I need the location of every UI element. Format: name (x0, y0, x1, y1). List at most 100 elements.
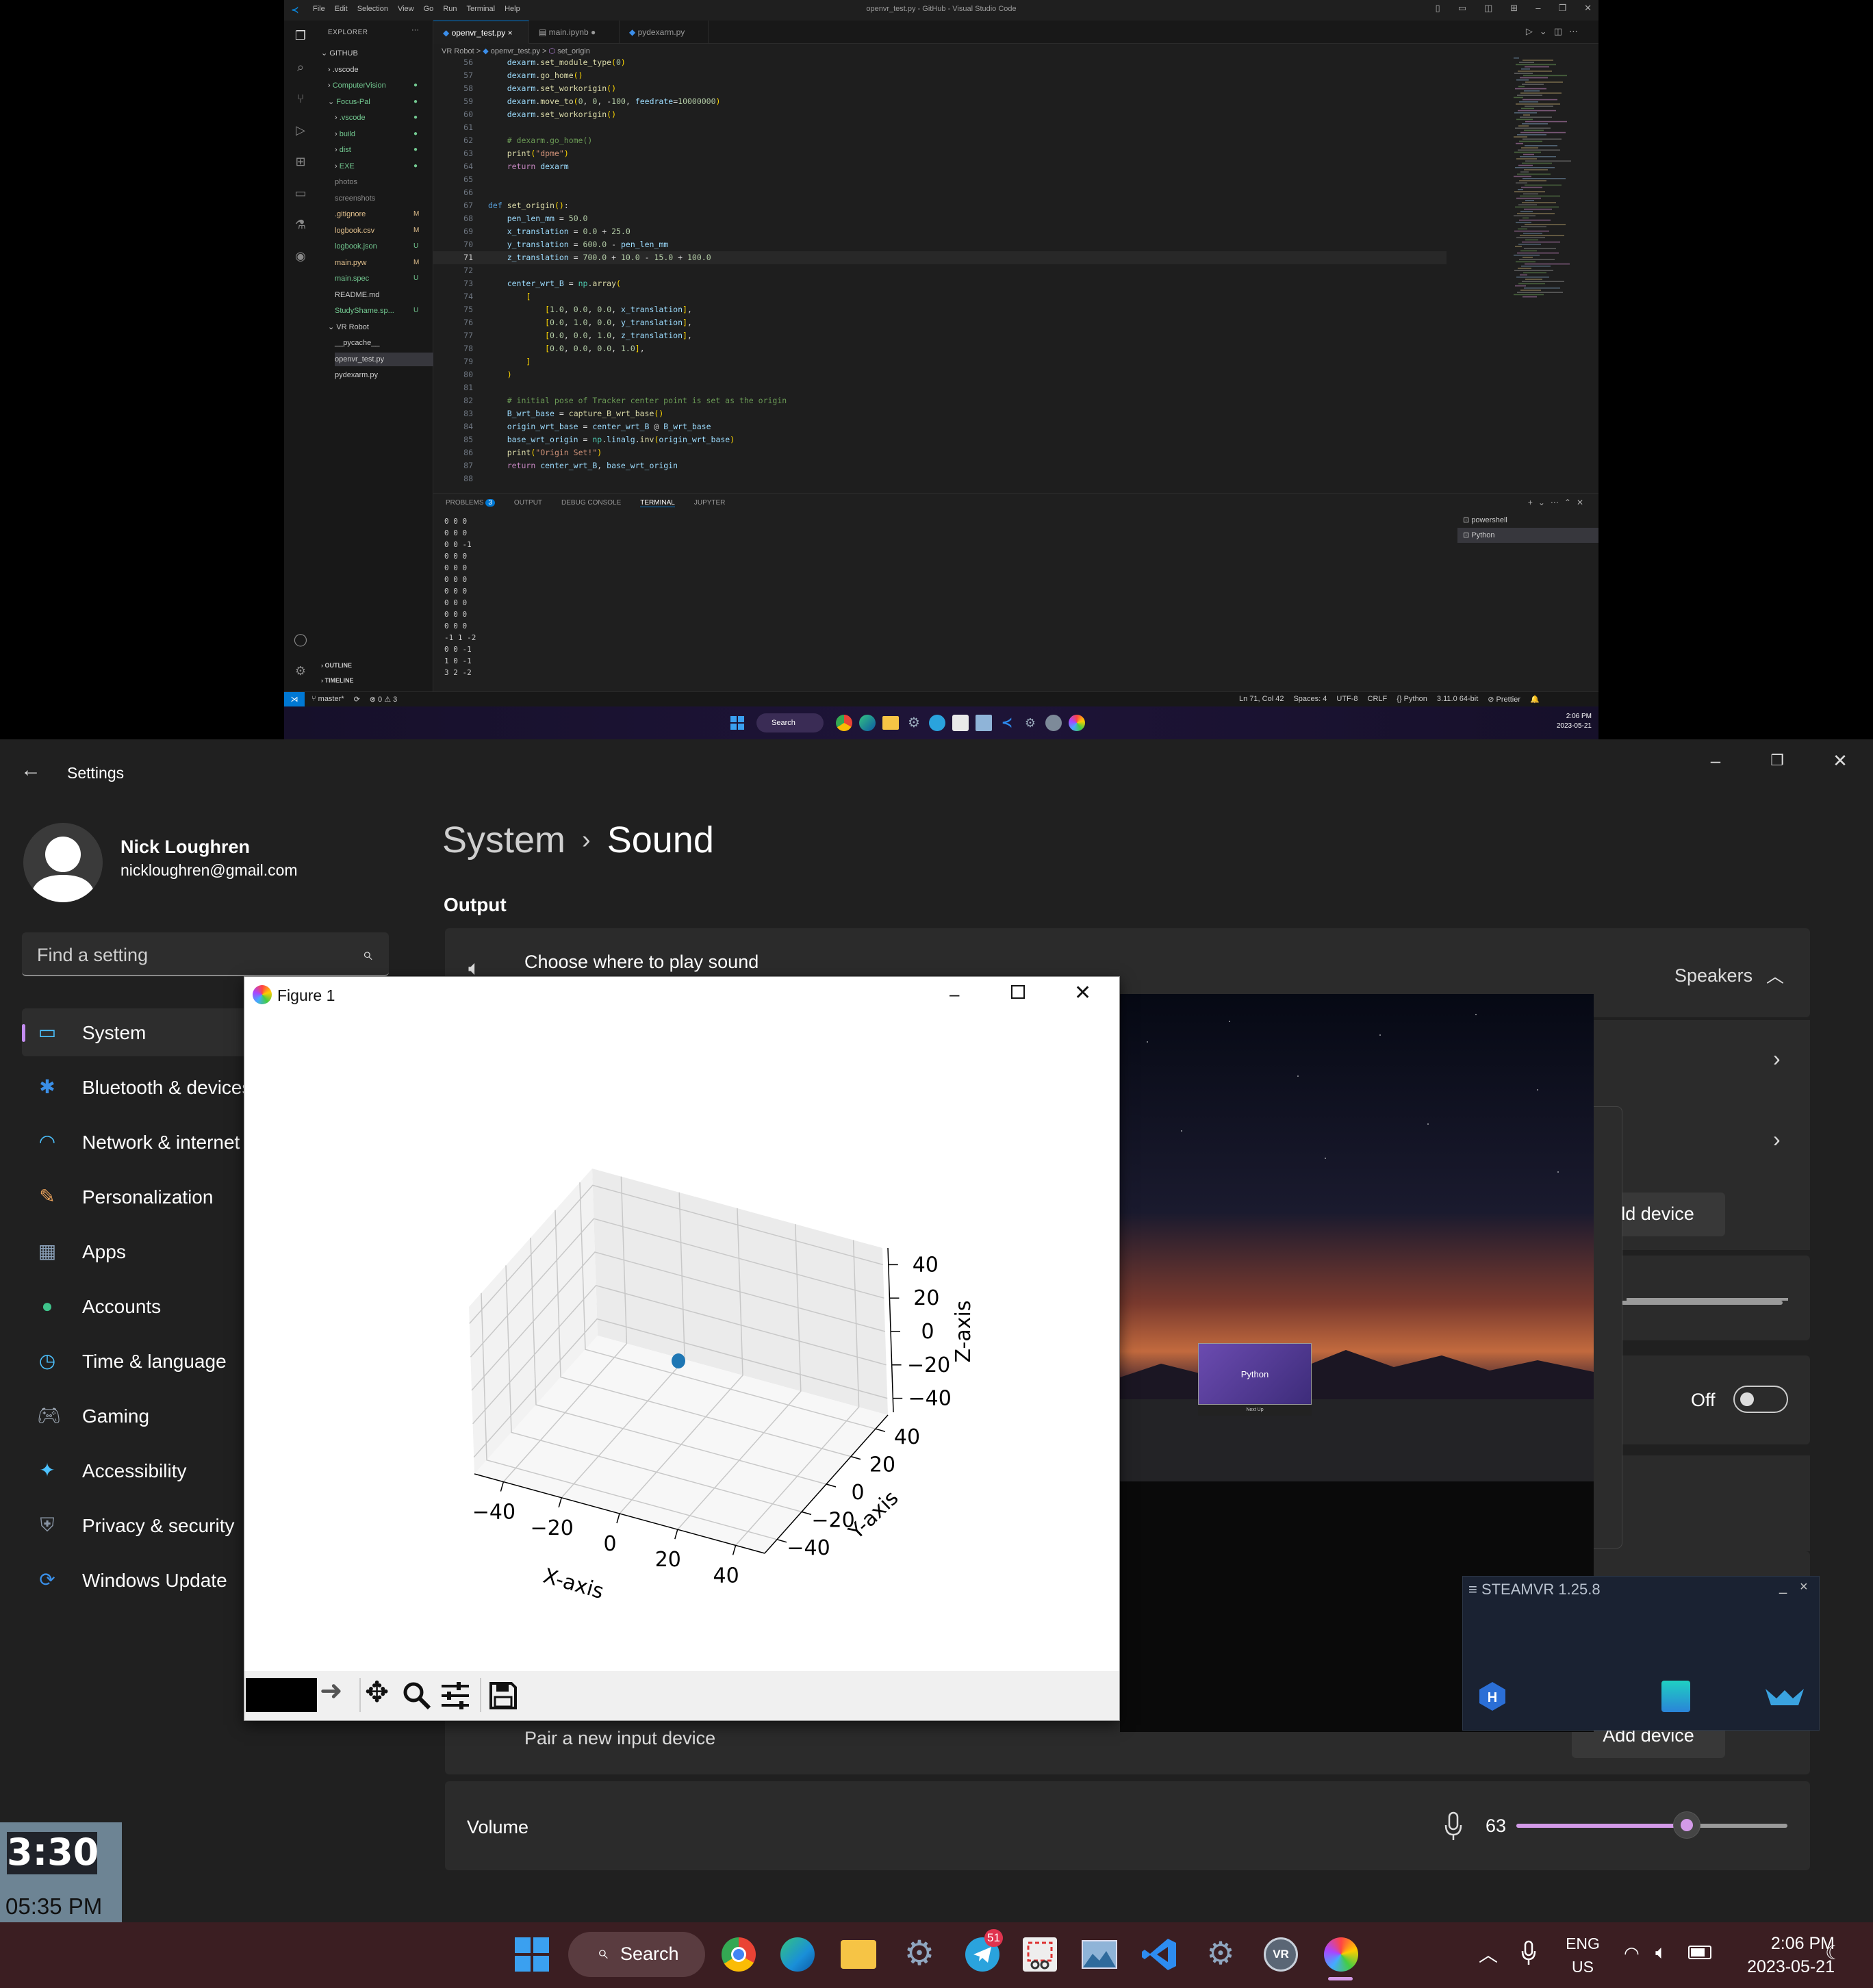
code-line[interactable]: 74 [ (433, 290, 1447, 303)
matplotlib-icon[interactable] (1069, 715, 1085, 731)
prettier-status[interactable]: ⊘ Prettier (1488, 695, 1520, 704)
code-line[interactable]: 57 dexarm.go_home() (433, 69, 1447, 82)
mono-audio-toggle[interactable] (1733, 1386, 1788, 1413)
github-icon[interactable]: ◉ (292, 248, 309, 264)
menu-go[interactable]: Go (424, 5, 434, 13)
steamvr-taskbar-icon[interactable]: VR (1264, 1937, 1298, 1972)
code-line[interactable]: 65 (433, 173, 1447, 186)
code-line[interactable]: 76 [0.0, 1.0, 0.0, y_translation], (433, 316, 1447, 329)
chrome-icon[interactable] (722, 1937, 756, 1972)
code-line[interactable]: 86 print("Origin Set!") (433, 446, 1447, 459)
search-input[interactable]: Find a setting ⌕ (22, 932, 389, 976)
remote-icon[interactable]: ⋊ (284, 692, 305, 707)
file-item[interactable]: openvr_test.py (335, 352, 433, 366)
photos-icon[interactable] (1082, 1940, 1117, 1969)
settings-gear-icon[interactable]: ⚙ (906, 715, 922, 731)
matplotlib-taskbar-icon[interactable] (1324, 1937, 1358, 1972)
code-line[interactable]: 80 ) (433, 368, 1447, 381)
file-explorer-icon[interactable] (841, 1940, 876, 1969)
folder-item[interactable]: › .vscode (328, 63, 433, 77)
chevron-up-icon[interactable]: ︿ (1766, 963, 1784, 988)
folder-item[interactable]: › .vscode ● (335, 111, 433, 125)
extensions-icon[interactable]: ⊞ (292, 153, 309, 170)
code-line[interactable]: 68 pen_len_mm = 50.0 (433, 212, 1447, 225)
close-icon[interactable]: ✕ (1826, 750, 1854, 771)
file-item[interactable]: main.pyw M (335, 256, 433, 270)
code-line[interactable]: 81 (433, 381, 1447, 394)
code-editor[interactable]: 56 dexarm.set_module_type(0) 57 dexarm.go… (433, 56, 1447, 494)
code-line[interactable]: 84 origin_wrt_base = center_wrt_B @ B_wr… (433, 420, 1447, 433)
folder-item[interactable]: › dist ● (335, 143, 433, 157)
steamvr-icon[interactable] (1045, 715, 1062, 731)
home-button[interactable] (246, 1678, 317, 1712)
snipping-tool-icon[interactable] (952, 715, 969, 731)
panel-controls[interactable]: +⌄⋯⌃✕ (1528, 498, 1589, 507)
more-icon[interactable]: ··· (411, 26, 419, 34)
code-line[interactable]: 73 center_wrt_B = np.array( (433, 277, 1447, 290)
indentation[interactable]: Spaces: 4 (1293, 695, 1327, 704)
close-icon[interactable]: ✕ (1074, 981, 1091, 1005)
close-icon[interactable]: ✕ (1584, 3, 1592, 14)
folder-icon[interactable] (882, 716, 899, 730)
microphone-icon[interactable] (1443, 1811, 1464, 1842)
file-item[interactable]: .gitignore M (335, 207, 433, 221)
settings-icon[interactable]: ⚙ (901, 1935, 938, 1972)
layout-icon[interactable]: ▭ (1458, 3, 1466, 14)
tab-output[interactable]: OUTPUT (514, 499, 542, 507)
file-item[interactable]: logbook.json U (335, 240, 433, 253)
edge-icon[interactable] (859, 715, 876, 731)
base-station-icon[interactable] (1661, 1681, 1690, 1712)
search-icon[interactable]: ⌕ (292, 59, 309, 75)
wifi-icon[interactable]: ◠ (1624, 1943, 1640, 1964)
microphone-icon[interactable] (1521, 1940, 1536, 1966)
tab-main-ipynb[interactable]: ▤ main.ipynb ● (529, 21, 620, 44)
code-line[interactable]: 82 # initial pose of Tracker center poin… (433, 394, 1447, 407)
python-version[interactable]: 3.11.0 64-bit (1437, 695, 1478, 704)
file-item[interactable]: main.spec U (335, 272, 433, 285)
chevron-up-icon[interactable]: ︿ (1479, 1940, 1498, 1967)
close-icon[interactable]: × (508, 28, 513, 38)
avatar[interactable] (23, 823, 103, 902)
terminal-powershell[interactable]: ⊡ powershell (1457, 513, 1598, 528)
code-line[interactable]: 64 return dexarm (433, 160, 1447, 173)
taskbar-search[interactable]: ⌕ Search (568, 1932, 705, 1977)
file-item[interactable]: StudyShame.sp... U (335, 304, 433, 318)
problems-status[interactable]: ⊗ 0 ⚠ 3 (370, 695, 397, 704)
snipping-tool-icon[interactable] (1023, 1937, 1057, 1972)
breadcrumb-system[interactable]: System (442, 819, 565, 861)
start-icon[interactable] (730, 716, 744, 730)
vr-python-panel[interactable]: Python (1198, 1343, 1312, 1405)
code-line[interactable]: 70 y_translation = 600.0 - pen_len_mm (433, 238, 1447, 251)
code-line[interactable]: 75 [1.0, 0.0, 0.0, x_translation], (433, 303, 1447, 316)
flyout-slider[interactable] (1627, 1298, 1788, 1301)
line-ending[interactable]: CRLF (1368, 695, 1388, 704)
language-indicator[interactable]: ENG US (1562, 1932, 1603, 1978)
run-debug-icon[interactable]: ▷ (292, 122, 309, 138)
photos-icon[interactable] (976, 715, 992, 731)
minimize-icon[interactable]: – (950, 984, 959, 1005)
code-line[interactable]: 60 dexarm.set_workorigin() (433, 108, 1447, 121)
headset-status-icon[interactable]: H (1477, 1681, 1508, 1712)
file-item[interactable]: logbook.csv M (335, 224, 433, 238)
volume-icon[interactable]: 🔈︎ (1655, 1941, 1667, 1964)
code-line[interactable]: 72 (433, 264, 1447, 277)
folder-item[interactable]: ⌄ Focus-Pal ● (328, 95, 433, 109)
battery-icon[interactable] (1688, 1946, 1711, 1959)
configure-subplots-icon[interactable] (440, 1681, 470, 1711)
outline-section[interactable]: › OUTLINE (321, 659, 352, 672)
menu-run[interactable]: Run (443, 5, 457, 13)
encoding[interactable]: UTF-8 (1336, 695, 1358, 704)
file-item[interactable]: README.md (335, 288, 433, 302)
gear-icon[interactable]: ⚙ (1202, 1935, 1239, 1972)
tab-debug-console[interactable]: DEBUG CONSOLE (561, 499, 621, 507)
code-line[interactable]: 77 [0.0, 0.0, 1.0, z_translation], (433, 329, 1447, 342)
menu-edit[interactable]: Edit (335, 5, 348, 13)
code-line[interactable]: 61 (433, 121, 1447, 134)
account-icon[interactable]: ◯ (292, 631, 309, 648)
branch-label[interactable]: ⑂ master* (311, 695, 344, 704)
vscode-taskbar-icon[interactable]: ≺ (999, 715, 1015, 731)
close-icon[interactable]: × (1800, 1579, 1808, 1595)
menu-terminal[interactable]: Terminal (467, 5, 496, 13)
cursor-position[interactable]: Ln 71, Col 42 (1239, 695, 1284, 704)
folder-item[interactable]: › ComputerVision ● (328, 79, 433, 92)
